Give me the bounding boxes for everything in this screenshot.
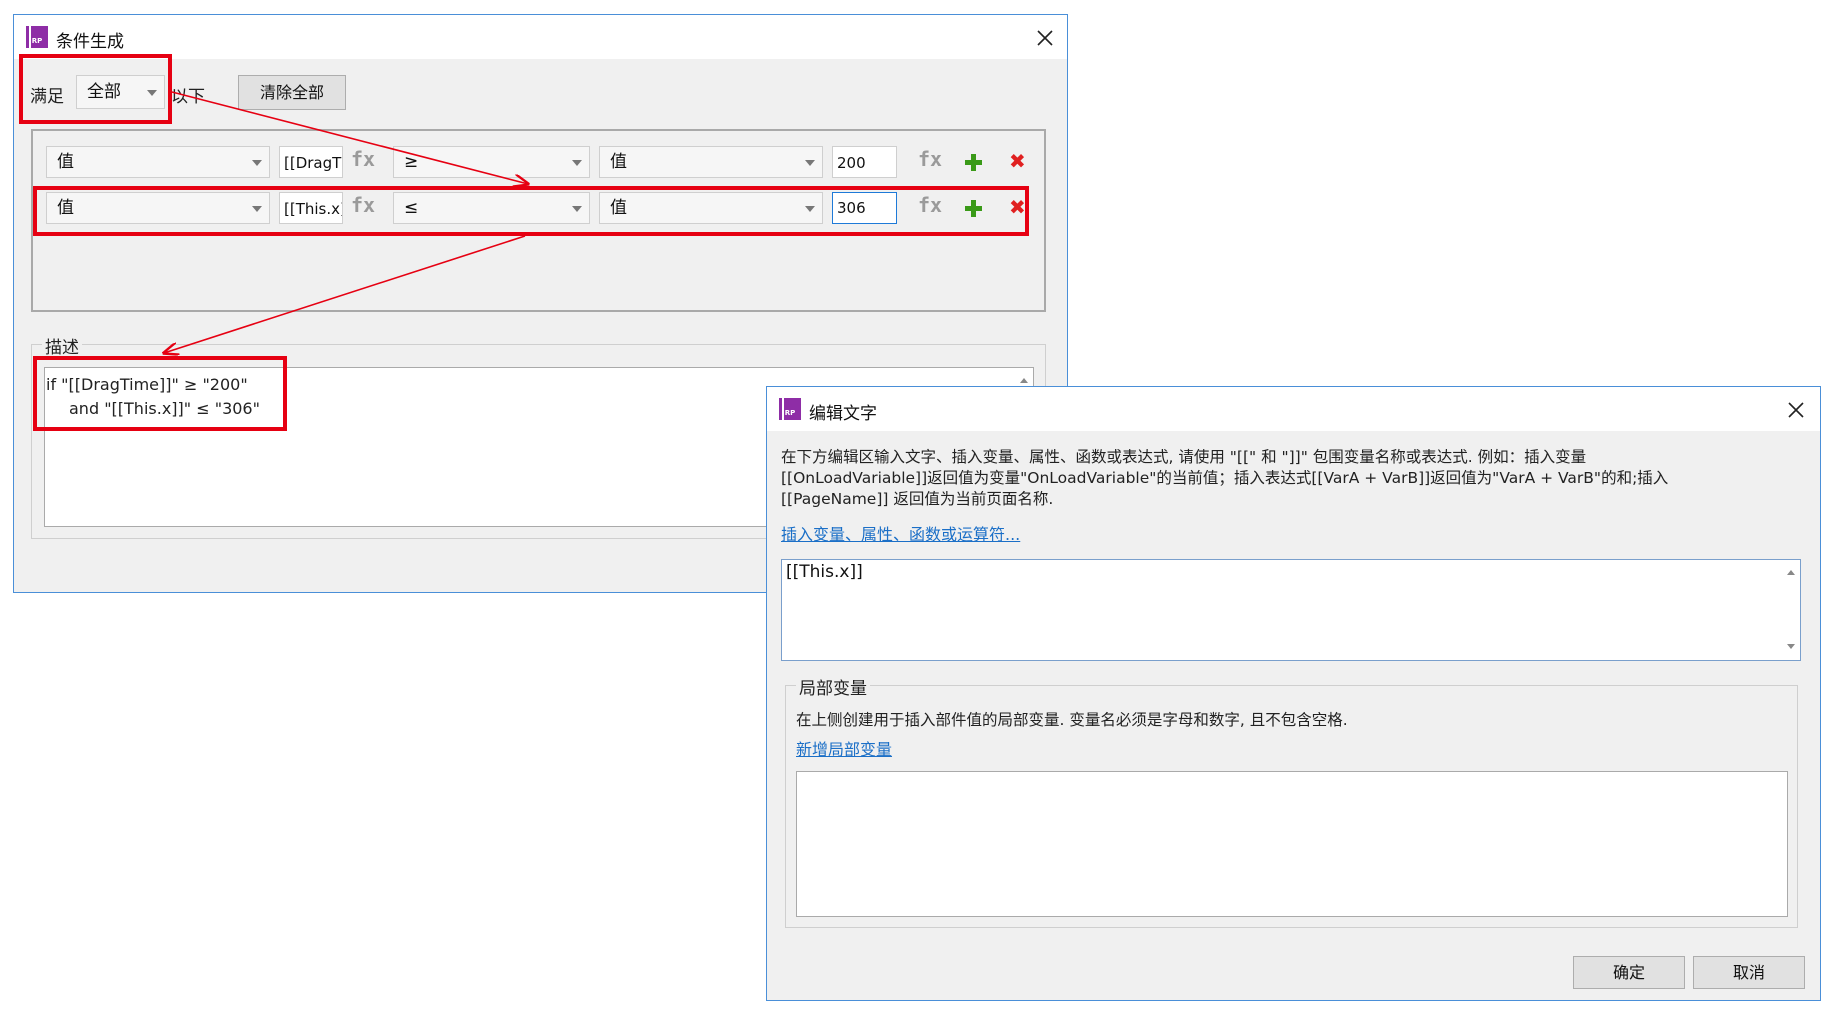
description-label: 描述 xyxy=(42,333,82,358)
chevron-down-icon xyxy=(252,160,262,166)
axure-app-icon: RP xyxy=(779,398,801,420)
edit-dialog-title: 编辑文字 xyxy=(809,404,877,424)
highlight-condition-row-2 xyxy=(33,186,1029,236)
editor-text: [[This.x]] xyxy=(786,562,863,582)
row1-right-value-input[interactable]: 200 xyxy=(832,146,897,178)
add-local-variable-link[interactable]: 新增局部变量 xyxy=(796,736,892,760)
instructions-line-3: [[PageName]] 返回值为当前页面名称. xyxy=(781,490,1054,508)
clear-all-button[interactable]: 清除全部 xyxy=(238,75,346,110)
close-icon[interactable] xyxy=(1034,27,1056,49)
row1-operator-value: ≥ xyxy=(404,152,419,172)
scroll-up-icon[interactable] xyxy=(1020,378,1028,383)
row1-operator-select[interactable]: ≥ xyxy=(393,146,590,178)
chevron-down-icon xyxy=(572,160,582,166)
local-variables-label: 局部变量 xyxy=(796,674,870,699)
highlight-description xyxy=(33,356,287,431)
row1-left-fx-icon[interactable]: fx xyxy=(351,147,375,171)
ok-button[interactable]: 确定 xyxy=(1573,956,1685,989)
cancel-button[interactable]: 取消 xyxy=(1693,956,1805,989)
axure-app-icon: RP xyxy=(26,26,48,48)
highlight-match-mode xyxy=(19,54,172,124)
instructions-line-1: 在下方编辑区输入文字、插入变量、属性、函数或表达式, 请使用 "[[" 和 "]… xyxy=(781,448,1587,466)
row1-right-value: 200 xyxy=(837,154,866,172)
text-editor-area[interactable]: [[This.x]] xyxy=(781,559,1801,661)
edit-dialog-titlebar: RP 编辑文字 xyxy=(767,387,1820,431)
local-variables-description: 在上侧创建用于插入部件值的局部变量. 变量名必须是字母和数字, 且不包含空格. xyxy=(796,711,1348,729)
local-variables-list xyxy=(796,771,1788,917)
row1-left-type-value: 值 xyxy=(57,152,74,172)
row1-left-value: [[DragTime]] xyxy=(284,154,342,172)
close-icon[interactable] xyxy=(1785,399,1807,421)
scroll-down-icon[interactable] xyxy=(1787,644,1795,649)
row1-right-type-value: 值 xyxy=(610,152,627,172)
insert-variable-link[interactable]: 插入变量、属性、函数或运算符... xyxy=(781,521,1020,545)
condition-dialog-titlebar: RP 条件生成 xyxy=(14,15,1067,59)
row1-right-fx-icon[interactable]: fx xyxy=(918,147,942,171)
below-label: 以下 xyxy=(171,87,205,107)
chevron-down-icon xyxy=(805,160,815,166)
condition-dialog-title: 条件生成 xyxy=(56,32,124,52)
row1-left-value-input[interactable]: [[DragTime]] xyxy=(279,146,343,178)
scroll-up-icon[interactable] xyxy=(1787,570,1795,575)
row1-remove-condition-icon[interactable]: ✖ xyxy=(1009,151,1026,171)
edit-text-dialog: RP 编辑文字 在下方编辑区输入文字、插入变量、属性、函数或表达式, 请使用 "… xyxy=(766,386,1821,1001)
instructions-line-2: [[OnLoadVariable]]返回值为变量"OnLoadVariable"… xyxy=(781,469,1669,487)
row1-right-type-select[interactable]: 值 xyxy=(599,146,823,178)
row1-left-type-select[interactable]: 值 xyxy=(46,146,270,178)
row1-add-condition-icon[interactable] xyxy=(965,154,982,171)
